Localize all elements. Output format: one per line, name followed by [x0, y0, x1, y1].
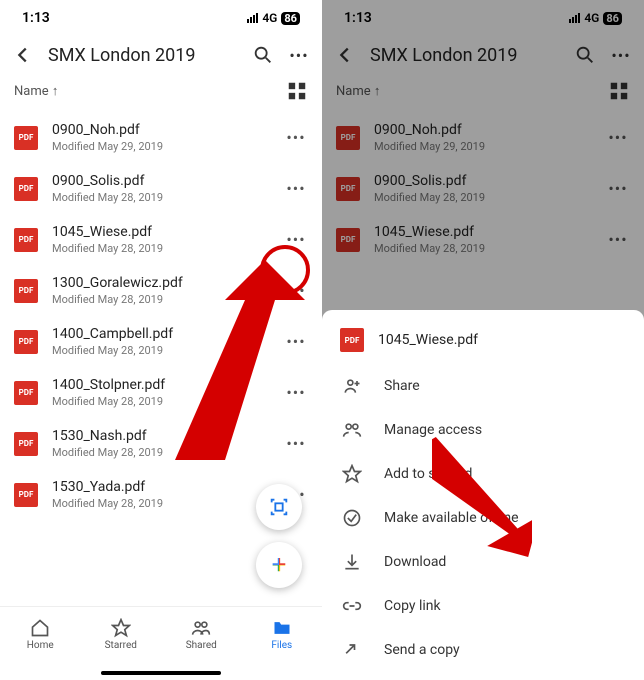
person-add-icon	[342, 376, 362, 396]
file-more-icon[interactable]: •••	[284, 128, 308, 147]
network-label: 4G	[262, 11, 277, 25]
link-icon	[342, 596, 362, 616]
list-item[interactable]: PDF 0900_Noh.pdf Modified May 29, 2019 •…	[0, 112, 322, 163]
search-icon[interactable]	[252, 44, 274, 66]
overflow-icon[interactable]: •••	[288, 44, 310, 66]
view-grid-icon[interactable]	[286, 80, 308, 102]
file-modified: Modified May 28, 2019	[52, 191, 270, 204]
pdf-icon: PDF	[14, 432, 38, 456]
people-icon	[342, 420, 362, 440]
file-modified: Modified May 28, 2019	[52, 497, 270, 510]
pdf-icon: PDF	[14, 228, 38, 252]
app-bar: SMX London 2019 •••	[0, 30, 322, 76]
back-icon[interactable]	[12, 44, 34, 66]
scan-fab[interactable]	[256, 484, 302, 530]
annotation-arrow	[432, 422, 532, 572]
pdf-icon: PDF	[14, 279, 38, 303]
sheet-file-name: 1045_Wiese.pdf	[378, 332, 478, 348]
nav-starred[interactable]: Starred	[81, 607, 162, 662]
list-item[interactable]: PDF 0900_Solis.pdf Modified May 28, 2019…	[0, 163, 322, 214]
offline-icon	[342, 508, 362, 528]
right-screen: 1:13 4G 86 SMX London 2019 ••• Name ↑	[322, 0, 644, 680]
sheet-send-copy[interactable]: Send a copy	[322, 628, 644, 672]
sheet-header: PDF 1045_Wiese.pdf	[322, 324, 644, 364]
nav-shared[interactable]: Shared	[161, 607, 242, 662]
battery-badge: 86	[281, 12, 300, 25]
file-modified: Modified May 28, 2019	[52, 242, 270, 255]
file-name: 1530_Yada.pdf	[52, 479, 270, 495]
nav-home[interactable]: Home	[0, 607, 81, 662]
file-more-icon[interactable]: •••	[284, 179, 308, 198]
pdf-icon: PDF	[14, 483, 38, 507]
star-icon	[342, 464, 362, 484]
pdf-icon: PDF	[340, 328, 364, 352]
status-time: 1:13	[22, 10, 50, 26]
file-name: 0900_Noh.pdf	[52, 122, 270, 138]
status-bar: 1:13 4G 86	[0, 0, 322, 30]
annotation-arrow	[155, 260, 305, 460]
signal-icon	[247, 13, 258, 23]
new-fab[interactable]: +	[256, 542, 302, 588]
file-name: 1045_Wiese.pdf	[52, 224, 270, 240]
sort-row: Name ↑	[0, 76, 322, 112]
nav-files[interactable]: Files	[242, 607, 323, 662]
status-right: 4G 86	[247, 11, 300, 25]
sheet-copy-link[interactable]: Copy link	[322, 584, 644, 628]
folder-title: SMX London 2019	[48, 45, 238, 66]
home-indicator	[101, 671, 221, 675]
bottom-nav: Home Starred Shared Files	[0, 606, 322, 662]
sheet-share[interactable]: Share	[322, 364, 644, 408]
pdf-icon: PDF	[14, 126, 38, 150]
file-name: 0900_Solis.pdf	[52, 173, 270, 189]
send-icon	[342, 640, 362, 660]
pdf-icon: PDF	[14, 330, 38, 354]
sort-button[interactable]: Name ↑	[14, 83, 58, 99]
pdf-icon: PDF	[14, 381, 38, 405]
pdf-icon: PDF	[14, 177, 38, 201]
download-icon	[342, 552, 362, 572]
file-modified: Modified May 29, 2019	[52, 140, 270, 153]
left-screen: 1:13 4G 86 SMX London 2019 ••• Name ↑ PD…	[0, 0, 322, 680]
